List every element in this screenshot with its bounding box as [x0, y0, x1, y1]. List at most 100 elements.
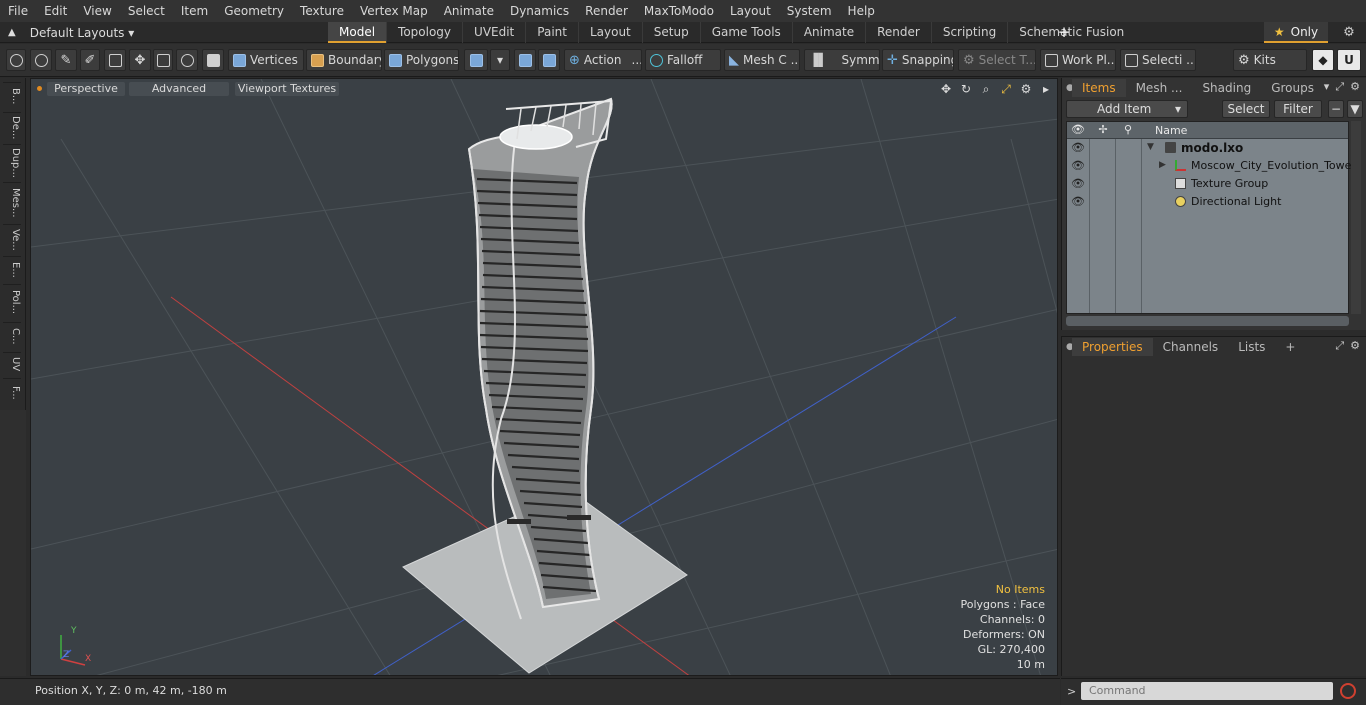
select-through-button[interactable]: ⚙ Select T... — [958, 49, 1036, 71]
record-macro-icon[interactable] — [1340, 683, 1356, 699]
boundary-button[interactable]: Boundary — [306, 49, 382, 71]
tab-scripting[interactable]: Scripting — [930, 22, 1007, 43]
gear-icon[interactable]: ⚙ — [1340, 22, 1358, 43]
kits-button[interactable]: ⚙ Kits — [1233, 49, 1307, 71]
viewport-textures-button[interactable]: Viewport Textures — [235, 82, 339, 96]
only-toggle[interactable]: ★ Only — [1264, 22, 1328, 43]
tab-uvedit[interactable]: UVEdit — [462, 22, 525, 43]
tree-row-texture-group[interactable]: 👁 Texture Group — [1067, 175, 1348, 193]
visibility-column-icon[interactable]: 👁 — [1069, 123, 1087, 136]
menu-system[interactable]: System — [779, 0, 840, 22]
left-tab-fusion[interactable]: F... — [3, 378, 21, 406]
left-tab-curve[interactable]: C... — [3, 322, 21, 350]
menu-dynamics[interactable]: Dynamics — [502, 0, 577, 22]
symmetry-button[interactable]: ▐▌ Symm ... — [804, 49, 880, 71]
viewport-expand-icon[interactable]: ▸ — [1039, 82, 1053, 96]
funnel-icon[interactable]: ▼ — [1347, 100, 1363, 118]
tab-animate[interactable]: Animate — [791, 22, 865, 43]
panel-gear-icon[interactable]: ⚙ — [1350, 80, 1360, 94]
left-tab-duplicate[interactable]: Dup... — [3, 144, 21, 180]
tab-lists[interactable]: Lists — [1228, 338, 1275, 356]
tab-layout[interactable]: Layout — [577, 22, 642, 43]
left-tab-polygon[interactable]: Pol... — [3, 284, 21, 320]
left-tab-basic[interactable]: B... — [3, 82, 21, 110]
eye-icon[interactable]: 👁 — [1071, 177, 1085, 190]
move-button[interactable]: ✥ — [129, 49, 151, 71]
tab-shading[interactable]: Shading — [1192, 79, 1261, 97]
work-plane-button[interactable]: Work Pl... — [1040, 49, 1116, 71]
menu-help[interactable]: Help — [840, 0, 883, 22]
perspective-button[interactable]: Perspective — [47, 82, 125, 96]
falloff-button[interactable]: Falloff — [645, 49, 721, 71]
symmetry-shield-button[interactable] — [514, 49, 536, 71]
material-button[interactable] — [464, 49, 488, 71]
items-horizontal-scrollbar[interactable] — [1066, 316, 1349, 326]
menu-render[interactable]: Render — [577, 0, 636, 22]
globe-button[interactable] — [30, 49, 52, 71]
panel-gear-icon[interactable]: ⚙ — [1350, 339, 1360, 353]
menu-view[interactable]: View — [75, 0, 119, 22]
brush-button[interactable]: ✐ — [80, 49, 100, 71]
symmetry-shield2-button[interactable] — [538, 49, 560, 71]
expand-icon[interactable]: ⤢ — [1335, 339, 1344, 353]
tree-row-modo-lxo[interactable]: 👁 ▼ modo.lxo — [1067, 139, 1348, 157]
menu-item[interactable]: Item — [173, 0, 216, 22]
polygons-button[interactable]: Polygons — [384, 49, 459, 71]
left-tab-mesh-edit[interactable]: Mes... — [3, 182, 21, 222]
tab-render[interactable]: Render — [865, 22, 931, 43]
tab-setup[interactable]: Setup — [641, 22, 700, 43]
collapse-icon[interactable]: − — [1328, 100, 1344, 118]
select-button[interactable]: Select — [1222, 100, 1270, 118]
tree-row-directional-light[interactable]: 👁 Directional Light — [1067, 193, 1348, 211]
tab-mesh[interactable]: Mesh ... — [1126, 79, 1193, 97]
select-circle-button[interactable] — [6, 49, 26, 71]
snapping-button[interactable]: ✛ Snapping — [882, 49, 954, 71]
pen-button[interactable]: ✎ — [55, 49, 77, 71]
3d-viewport[interactable]: Y X Z Perspective Advanced Viewport Text… — [30, 78, 1058, 676]
expand-icon[interactable]: ⤢ — [1335, 80, 1344, 94]
left-tab-edge[interactable]: E... — [3, 256, 21, 282]
tab-schematic-fusion[interactable]: Schematic Fusion — [1007, 22, 1135, 43]
rotate-button[interactable] — [153, 49, 173, 71]
item-mode-button[interactable] — [202, 49, 224, 71]
add-item-button[interactable]: Add Item ▾ — [1066, 100, 1188, 118]
material-dropdown[interactable]: ▾ — [490, 49, 510, 71]
menu-geometry[interactable]: Geometry — [216, 0, 292, 22]
chevron-down-icon[interactable]: ▾ — [1324, 80, 1330, 94]
unity-button[interactable]: ◆ — [1312, 49, 1334, 71]
menu-maxtomodo[interactable]: MaxToModo — [636, 0, 722, 22]
menu-edit[interactable]: Edit — [36, 0, 75, 22]
menu-select[interactable]: Select — [120, 0, 173, 22]
left-tab-deform[interactable]: De... — [3, 112, 21, 142]
selection-sets-button[interactable]: Selecti ... — [1120, 49, 1196, 71]
tab-properties[interactable]: Properties — [1072, 338, 1153, 356]
menu-file[interactable]: File — [0, 0, 36, 22]
scale-button[interactable] — [176, 49, 198, 71]
add-panel-tab-icon[interactable]: + — [1275, 338, 1305, 356]
advanced-button[interactable]: Advanced — [129, 82, 229, 96]
menu-animate[interactable]: Animate — [436, 0, 502, 22]
maximize-icon[interactable]: ⤢ — [999, 82, 1013, 96]
menu-vertex-map[interactable]: Vertex Map — [352, 0, 436, 22]
zoom-icon[interactable]: ⌕ — [979, 82, 993, 96]
viewport-gear-icon[interactable]: ⚙ — [1019, 82, 1033, 96]
action-center-button[interactable]: ⊕ Action... — [564, 49, 642, 71]
tab-game-tools[interactable]: Game Tools — [699, 22, 792, 43]
pin-column-icon[interactable]: ⚲ — [1119, 123, 1137, 136]
orbit-icon[interactable]: ↻ — [959, 82, 973, 96]
tab-model[interactable]: Model — [328, 22, 387, 43]
command-history-icon[interactable]: > — [1067, 685, 1076, 698]
tab-topology[interactable]: Topology — [386, 22, 462, 43]
filter-button[interactable]: Filter — [1274, 100, 1322, 118]
name-column-header[interactable]: Name — [1155, 124, 1187, 137]
left-tab-uv[interactable]: UV — [3, 352, 21, 376]
mesh-constraint-button[interactable]: ◣ Mesh C ... — [724, 49, 800, 71]
tree-row-tower[interactable]: 👁 ▶ Moscow_City_Evolution_Tower — [1067, 157, 1356, 175]
expand-triangle-icon[interactable]: ▼ — [1147, 142, 1154, 152]
vertices-button[interactable]: Vertices — [228, 49, 304, 71]
lock-column-icon[interactable]: ✢ — [1094, 123, 1112, 136]
eye-icon[interactable]: 👁 — [1071, 141, 1085, 154]
eye-icon[interactable]: 👁 — [1071, 159, 1085, 172]
transform-button[interactable] — [104, 49, 126, 71]
tab-groups[interactable]: Groups — [1261, 79, 1324, 97]
